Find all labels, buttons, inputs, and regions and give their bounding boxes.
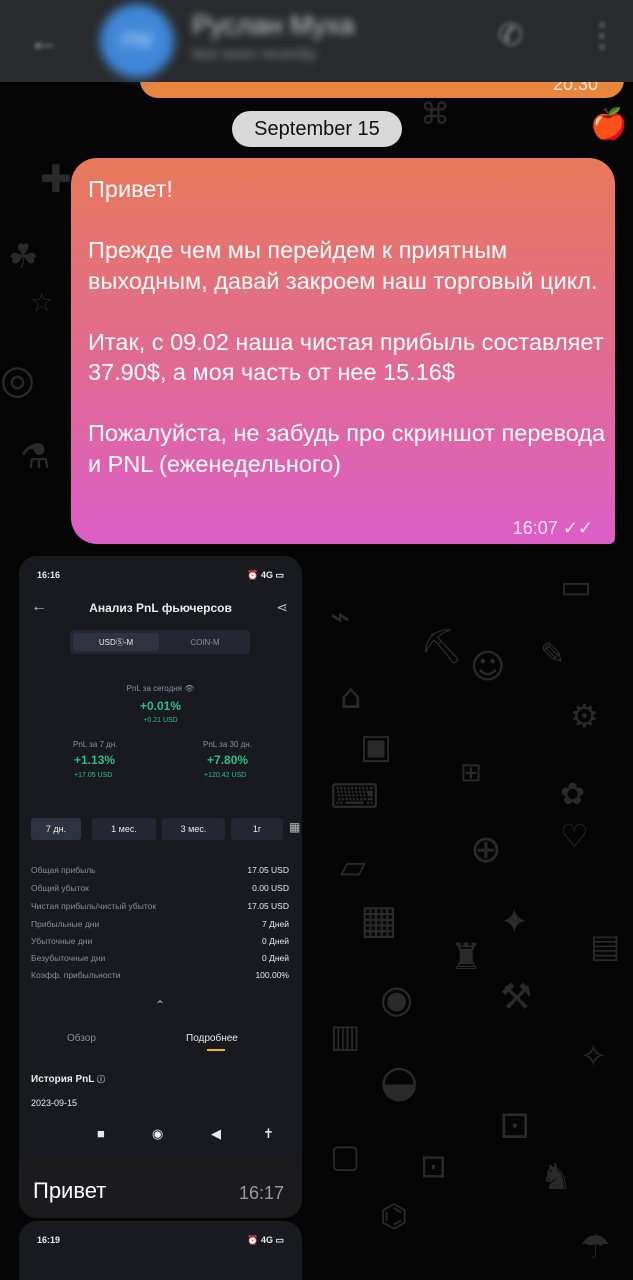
share-icon: ⋖ xyxy=(276,599,288,615)
doodle-icon: ☆ xyxy=(30,288,54,318)
stat-row: Общий убыток 0.00 USD xyxy=(31,883,289,893)
doodle-icon: ▦ xyxy=(360,897,398,943)
tab-7d: 7 дн. xyxy=(31,818,81,840)
chevron-up-icon: ⌃ xyxy=(155,998,166,1012)
stat-row: Убыточные дни 0 Дней xyxy=(31,936,289,946)
stat-row: Безубыточные дни 0 Дней xyxy=(31,953,289,963)
photo-screenshot[interactable]: 16:16 ⏰ 4G ▭ ← Анализ PnL фьючерсов ⋖ US… xyxy=(19,556,302,1162)
doodle-icon: ✚ xyxy=(40,157,72,201)
calendar-icon: ▦ xyxy=(289,820,301,834)
doodle-icon: ✿ xyxy=(560,777,586,812)
contact-name[interactable]: Руслан Муха xyxy=(192,10,354,41)
doodle-icon: ⚀ xyxy=(500,1107,530,1147)
doodle-icon: ◉ xyxy=(380,977,414,1021)
doodle-icon: ⚗ xyxy=(20,437,51,477)
status-icons: ⏰ 4G ▭ xyxy=(247,1235,284,1245)
screen-title: Анализ PnL фьючерсов xyxy=(89,601,232,615)
photo-caption: Привет xyxy=(33,1178,107,1203)
doodle-icon: ▣ xyxy=(360,727,393,767)
doodle-icon: ◒ xyxy=(380,1056,419,1107)
doodle-icon: ⌨ xyxy=(330,777,380,817)
history-label: История PnL ⓘ xyxy=(31,1074,105,1085)
today-pnl-label: PnL за сегодня 👁 xyxy=(126,684,195,693)
doodle-icon: ⊕ xyxy=(470,827,502,871)
doodle-icon: ⌘ xyxy=(420,97,450,132)
today-pnl-pct: +0.01% xyxy=(139,699,182,713)
avatar-initials: РМ xyxy=(122,29,152,52)
date-chip: September 15 xyxy=(232,111,402,147)
stat-row: Прибыльные дни 7 Дней xyxy=(31,919,289,929)
doodle-icon: ⊞ xyxy=(460,758,482,788)
doodle-icon: ⛏ xyxy=(420,627,464,667)
photo-message[interactable]: 16:16 ⏰ 4G ▭ ← Анализ PnL фьючерсов ⋖ US… xyxy=(19,556,302,1218)
doodle-icon: ◎ xyxy=(0,357,35,403)
d7-pnl-label: PnL за 7 дн. xyxy=(73,740,118,749)
avatar[interactable]: РМ xyxy=(100,4,174,78)
status-icons: ⏰ 4G ▭ xyxy=(247,570,284,580)
active-tab-indicator xyxy=(207,1049,225,1051)
back-arrow-icon[interactable]: ← xyxy=(28,22,60,59)
today-pnl-usd: +0.21 USD xyxy=(143,717,178,724)
photo-message-2[interactable]: 16:19 ⏰ 4G ▭ xyxy=(19,1221,302,1280)
chat-header: ← РМ Руслан Муха last seen recently ✆ ⋮ xyxy=(0,0,633,82)
tab-1m: 1 мес. xyxy=(92,818,156,840)
doodle-icon: ♡ xyxy=(560,817,589,855)
doodle-icon: ⊡ xyxy=(420,1147,447,1185)
doodle-icon: ⌬ xyxy=(380,1197,408,1235)
nav-square-icon: ■ xyxy=(97,1126,105,1141)
doodle-icon: ♞ xyxy=(540,1157,573,1198)
doodle-icon: 🍎 xyxy=(590,107,628,142)
segment-usdm: USDⓈ-M xyxy=(73,633,159,651)
status-time: 16:16 xyxy=(37,570,61,580)
market-segment: USDⓈ-M COIN-M xyxy=(70,630,250,654)
doodle-icon: ✎ xyxy=(540,637,566,672)
eye-icon: 👁 xyxy=(184,684,195,693)
contact-status: last seen recently xyxy=(192,46,317,63)
doodle-icon: ⚙ xyxy=(570,697,599,735)
subtab-details: Подробнее xyxy=(186,1033,238,1044)
doodle-icon: ✧ xyxy=(580,1037,607,1075)
message-time-text: 16:07 xyxy=(512,518,558,538)
doodle-icon: ▱ xyxy=(340,847,367,887)
doodle-icon: ✦ xyxy=(500,902,529,942)
doodle-icon: ♜ xyxy=(450,937,483,978)
doodle-icon: ☺ xyxy=(470,647,506,687)
stat-row: Чистая прибыль/чистый убыток 17.05 USD xyxy=(31,901,289,911)
nav-home-icon: ◉ xyxy=(152,1126,164,1141)
segment-coinm: COIN-M xyxy=(190,637,220,647)
nav-back-icon: ◀ xyxy=(211,1126,221,1141)
tab-3m: 3 мес. xyxy=(162,818,225,840)
stat-row: Коэфф. прибыльности 100.00% xyxy=(31,970,289,980)
doodle-icon: ⌂ xyxy=(340,677,362,717)
d7-pnl-usd: +17.05 USD xyxy=(74,772,113,779)
info-icon: ⓘ xyxy=(96,1075,105,1084)
doodle-icon: ⚒ xyxy=(500,977,533,1018)
d7-pnl-pct: +1.13% xyxy=(74,753,116,767)
subtab-overview: Обзор xyxy=(67,1033,96,1044)
doodle-icon: ☘ xyxy=(8,237,39,277)
message-time: 16:07 ✓✓ xyxy=(513,518,593,539)
d30-pnl-usd: +120.42 USD xyxy=(204,772,247,779)
message-text: Привет! Прежде чем мы перейдем к приятны… xyxy=(88,176,606,477)
phone-icon[interactable]: ✆ xyxy=(498,18,523,53)
doodle-icon: ▭ xyxy=(560,567,593,607)
nav-accessibility-icon: ✝ xyxy=(263,1126,274,1141)
status-time: 16:19 xyxy=(37,1235,61,1245)
doodle-icon: ▢ xyxy=(330,1137,361,1175)
d30-pnl-pct: +7.80% xyxy=(207,753,249,767)
message-time: 16:17 xyxy=(238,1183,284,1203)
history-date: 2023-09-15 xyxy=(31,1098,78,1106)
read-ticks-icon: ✓✓ xyxy=(562,518,593,538)
doodle-icon: ⌁ xyxy=(330,597,351,637)
doodle-icon: ☂ xyxy=(580,1227,611,1267)
more-options-icon[interactable]: ⋮ xyxy=(586,16,618,54)
message-bubble[interactable]: Привет! Прежде чем мы перейдем к приятны… xyxy=(71,158,615,544)
stat-row: Общая прибыль 17.05 USD xyxy=(31,865,289,875)
tab-1y: 1г xyxy=(231,818,283,840)
period-tabs: 7 дн. 1 мес. 3 мес. 1г ▦ xyxy=(31,818,300,840)
d30-pnl-label: PnL за 30 дн. xyxy=(203,740,252,749)
doodle-icon: ▥ xyxy=(330,1017,361,1055)
doodle-icon: ▤ xyxy=(590,927,621,965)
